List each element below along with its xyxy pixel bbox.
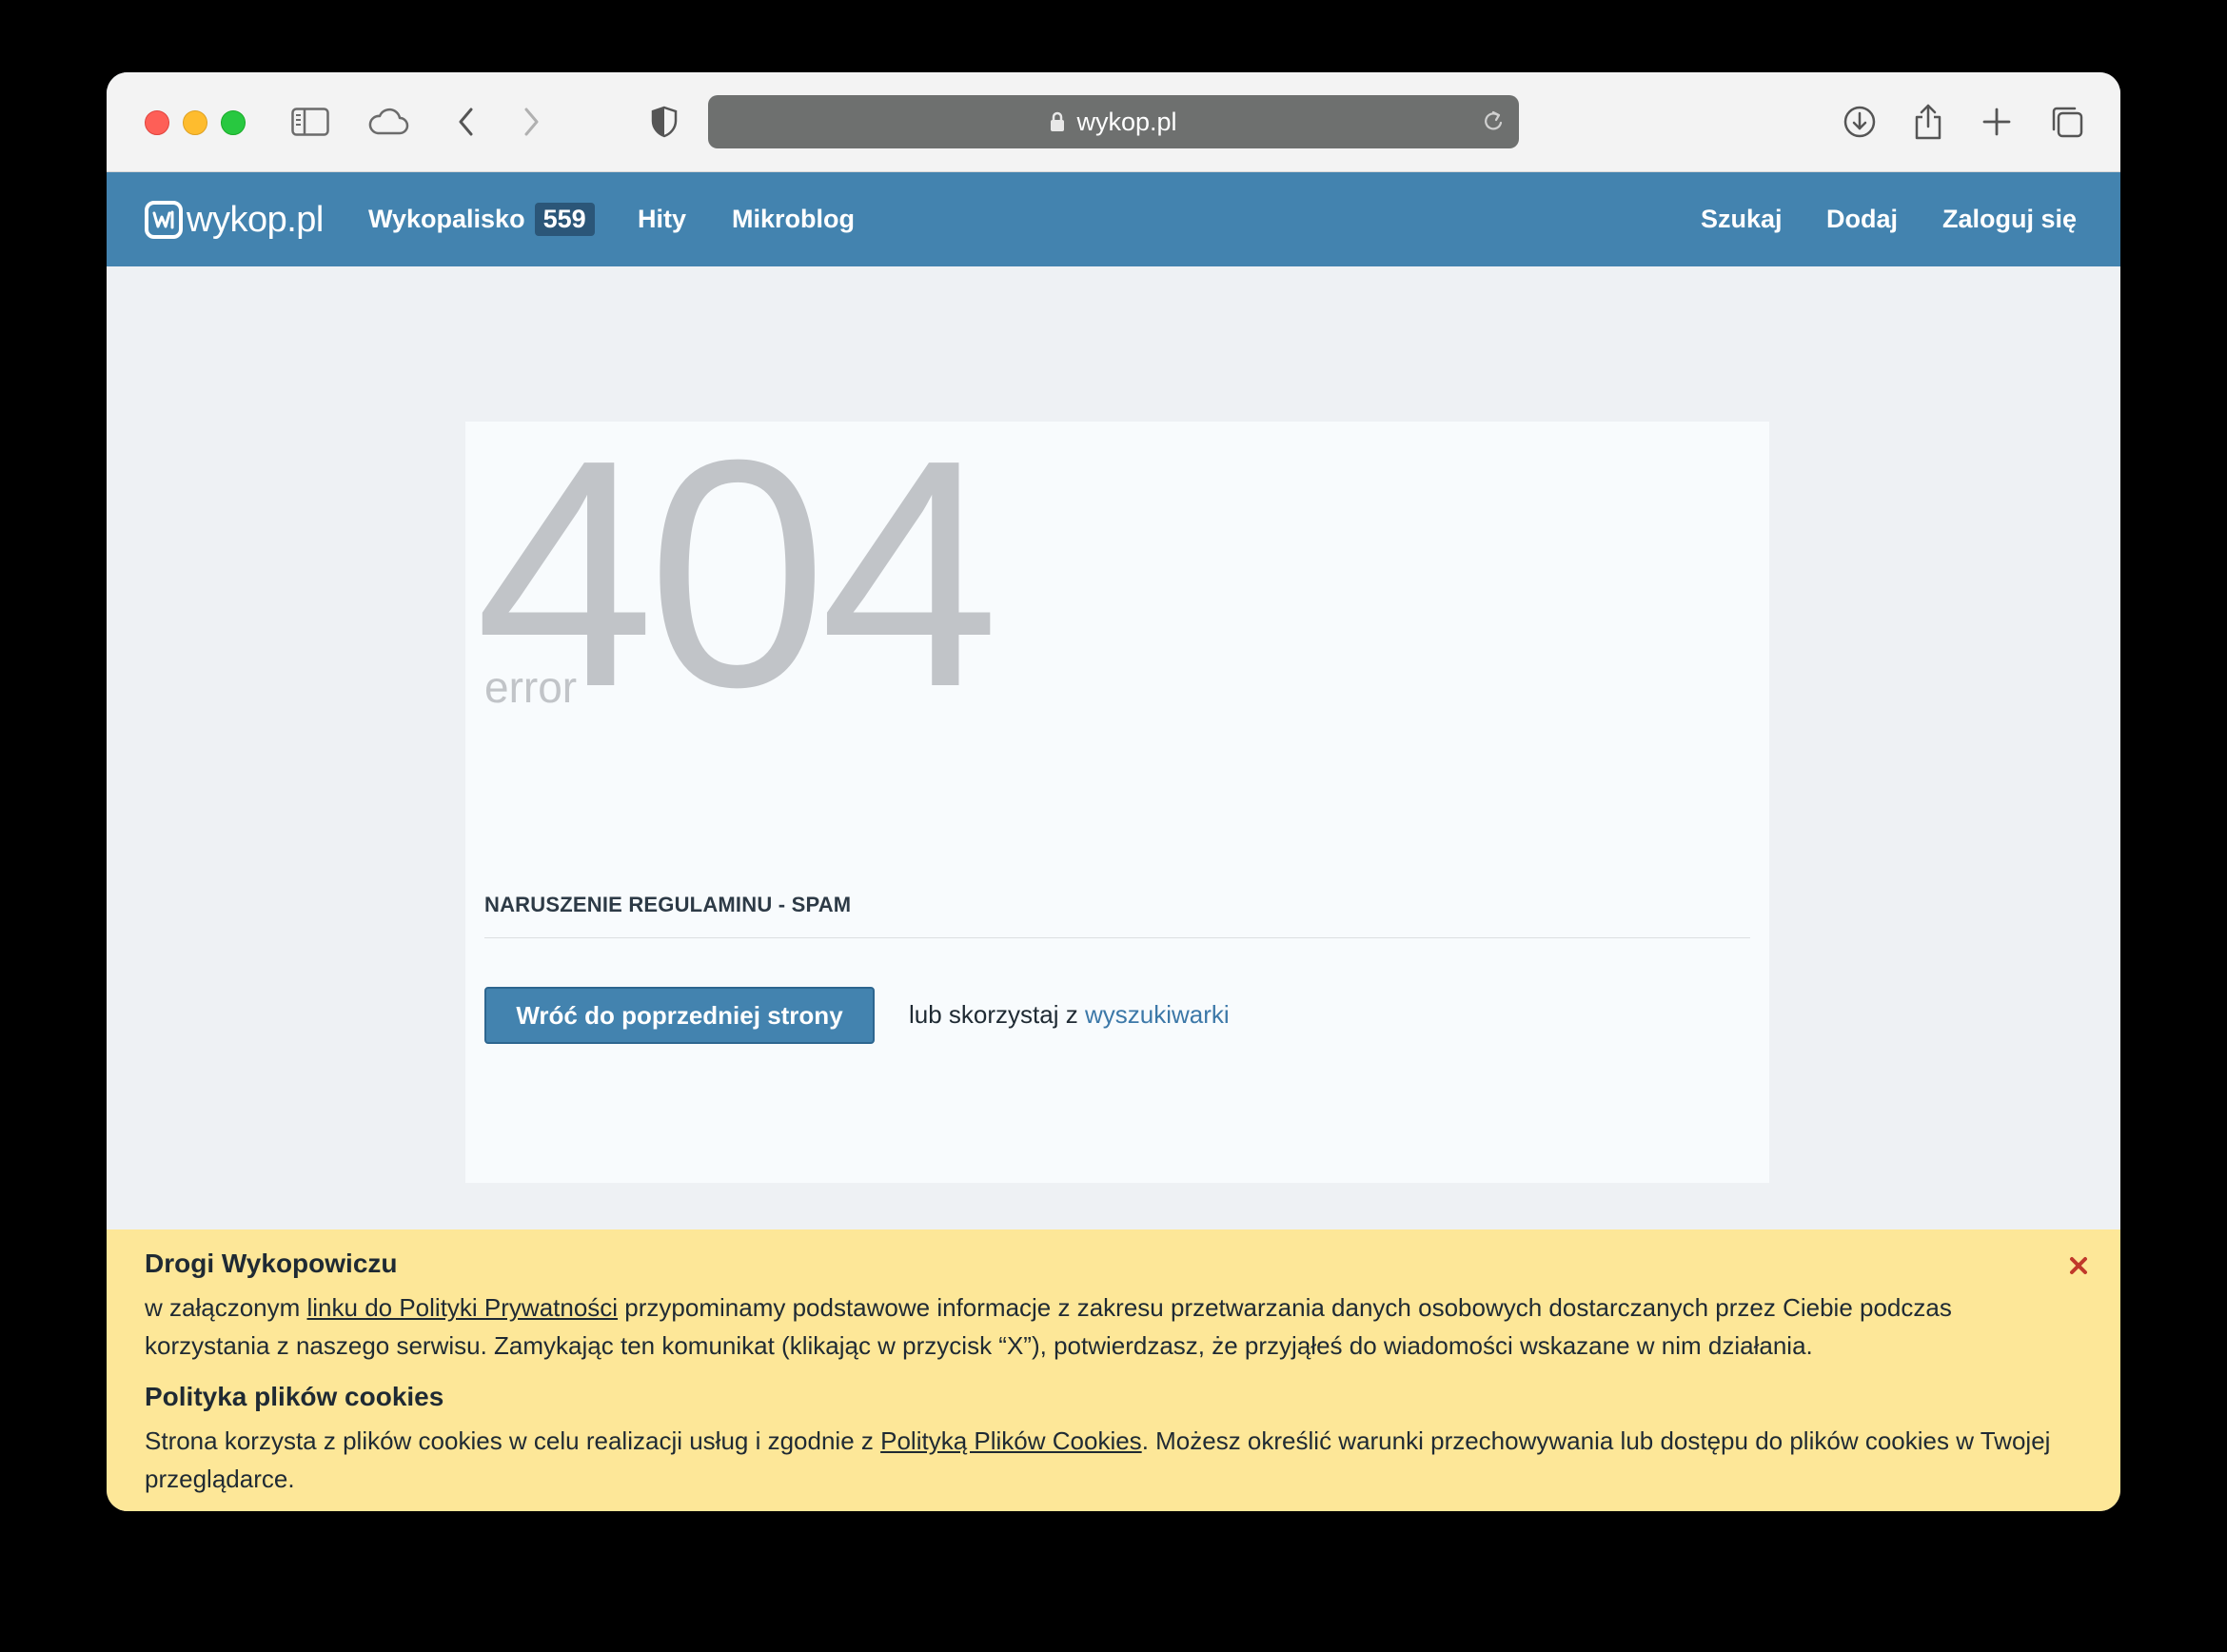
privacy-text-before: w załączonym	[145, 1293, 307, 1322]
privacy-paragraph: w załączonym linku do Polityki Prywatnoś…	[145, 1288, 2077, 1365]
notice-title: Drogi Wykopowiczu	[145, 1249, 398, 1278]
nav-wykopalisko-label: Wykopalisko	[368, 205, 525, 233]
nav-szukaj[interactable]: Szukaj	[1701, 172, 1783, 266]
share-icon[interactable]	[1905, 99, 1951, 145]
search-suggestion: lub skorzystaj z wyszukiwarki	[909, 1000, 1230, 1030]
site-logo[interactable]: wykop.pl	[145, 199, 324, 241]
nav-dodaj-label: Dodaj	[1826, 205, 1899, 233]
sidebar-icon[interactable]	[287, 99, 333, 145]
wykopalisko-count-badge: 559	[534, 203, 595, 236]
nav-zaloguj-label: Zaloguj się	[1942, 205, 2078, 233]
minimize-window-button[interactable]	[183, 110, 207, 135]
cookies-text-before: Strona korzysta z plików cookies w celu …	[145, 1426, 881, 1455]
wykop-logo-icon	[145, 201, 183, 239]
nav-wykopalisko[interactable]: Wykopalisko 559	[368, 172, 595, 266]
nav-mikroblog[interactable]: Mikroblog	[732, 172, 855, 266]
error-label: error	[484, 661, 583, 713]
address-bar[interactable]: wykop.pl	[708, 95, 1519, 148]
nav-mikroblog-label: Mikroblog	[732, 205, 855, 233]
tab-overview-icon[interactable]	[2044, 99, 2090, 145]
nav-zaloguj[interactable]: Zaloguj się	[1942, 172, 2077, 266]
icloud-tabs-icon[interactable]	[365, 99, 411, 145]
lock-icon	[1050, 111, 1065, 132]
privacy-policy-link[interactable]: linku do Polityki Prywatności	[307, 1293, 619, 1322]
privacy-notice: Drogi Wykopowiczu w załączonym linku do …	[107, 1229, 2120, 1511]
divider	[484, 937, 1750, 938]
cookies-paragraph: Strona korzysta z plików cookies w celu …	[145, 1422, 2077, 1498]
search-link[interactable]: wyszukiwarki	[1085, 1000, 1230, 1029]
close-notice-icon[interactable]	[2063, 1250, 2094, 1281]
error-card: 404 error NARUSZENIE REGULAMINU - SPAM W…	[465, 412, 1769, 1183]
back-icon[interactable]	[443, 99, 489, 145]
reload-icon[interactable]	[1481, 108, 1506, 135]
nav-hity-label: Hity	[638, 205, 687, 233]
zoom-window-button[interactable]	[221, 110, 246, 135]
forward-icon[interactable]	[508, 99, 554, 145]
cookies-title: Polityka plików cookies	[145, 1382, 444, 1411]
site-header: wykop.pl Wykopalisko 559 Hity Mikroblog …	[107, 172, 2120, 266]
new-tab-icon[interactable]	[1974, 99, 2020, 145]
download-icon[interactable]	[1837, 99, 1882, 145]
browser-toolbar: wykop.pl	[107, 72, 2120, 172]
url-text: wykop.pl	[1076, 107, 1177, 136]
privacy-shield-icon[interactable]	[641, 99, 687, 145]
cookies-policy-link[interactable]: Polityką Plików Cookies	[880, 1426, 1142, 1455]
or-text: lub skorzystaj z	[909, 1000, 1078, 1029]
error-reason: NARUSZENIE REGULAMINU - SPAM	[484, 893, 852, 916]
nav-dodaj[interactable]: Dodaj	[1826, 172, 1898, 266]
close-window-button[interactable]	[145, 110, 169, 135]
browser-window: wykop.pl wykop.pl Wykopalisko 559 Hity M…	[107, 72, 2120, 1511]
logo-text: wykop.pl	[187, 199, 324, 240]
back-to-previous-page-button[interactable]: Wróć do poprzedniej strony	[484, 987, 875, 1044]
nav-szukaj-label: Szukaj	[1701, 205, 1783, 233]
nav-hity[interactable]: Hity	[638, 172, 686, 266]
